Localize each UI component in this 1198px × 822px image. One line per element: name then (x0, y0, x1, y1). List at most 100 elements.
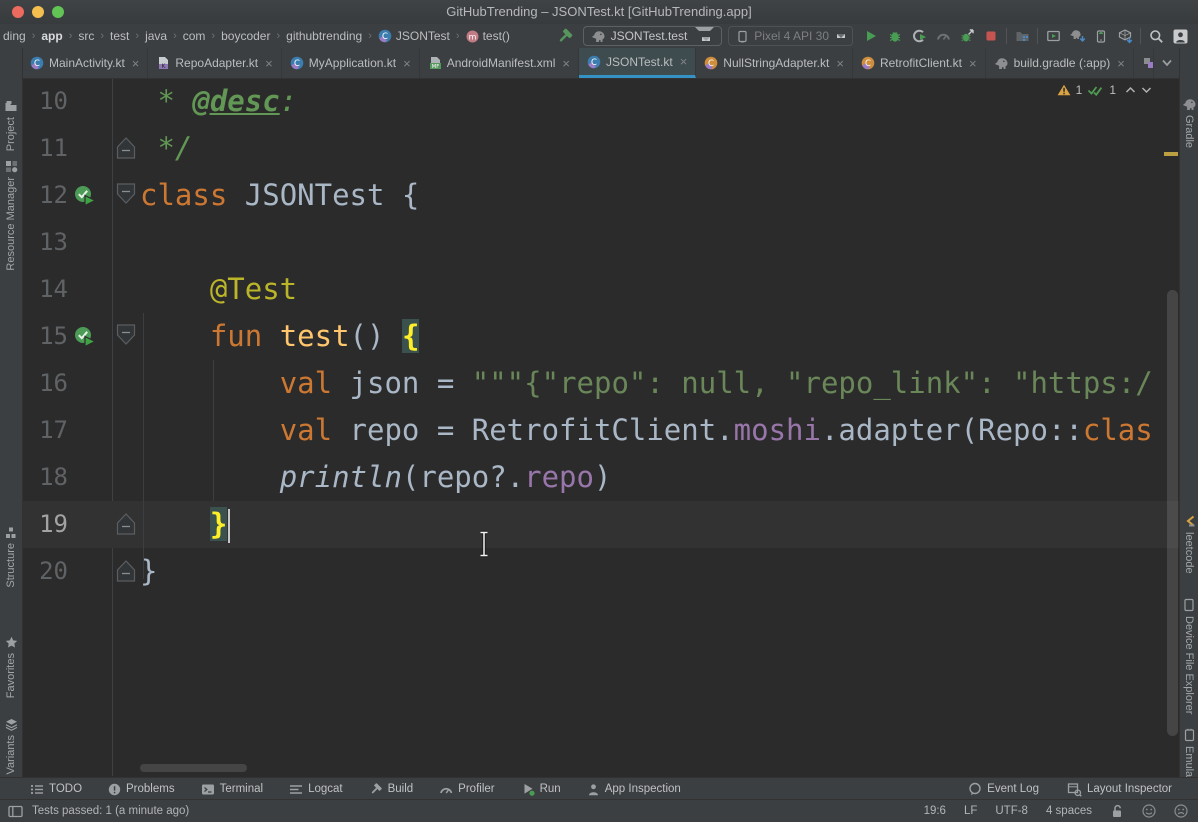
code-text[interactable]: val repo = RetrofitClient.moshi.adapter(… (140, 407, 1153, 454)
editor-tab[interactable]: build.gradle (:app)× (986, 48, 1134, 78)
smiley-face-icon[interactable] (1142, 804, 1156, 818)
caret-position[interactable]: 19:6 (924, 805, 946, 817)
close-icon[interactable]: × (265, 56, 273, 71)
close-icon[interactable]: × (562, 56, 570, 71)
breadcrumb-item[interactable]: boycoder (220, 29, 271, 43)
toolwindow-button-run[interactable]: Run (521, 782, 561, 796)
fold-end-icon[interactable] (115, 511, 137, 541)
toolwindow-button-todo[interactable]: TODO (30, 783, 82, 796)
breadcrumb-item[interactable]: test (109, 29, 130, 43)
run-action-icon[interactable] (859, 25, 883, 47)
editor-tab[interactable]: CRetrofitClient.kt× (853, 48, 986, 78)
breadcrumb-item[interactable]: java (144, 29, 168, 43)
file-encoding[interactable]: UTF-8 (995, 805, 1028, 817)
breadcrumb-item[interactable]: src (77, 29, 95, 43)
build-hammer-icon[interactable] (553, 25, 577, 47)
profile-avatar-icon[interactable] (1168, 25, 1192, 47)
line-number[interactable]: 15 (22, 313, 68, 360)
line-number[interactable]: 20 (22, 548, 68, 595)
sidebar-item-resource-manager[interactable]: Resource Manager (0, 160, 22, 271)
line-number[interactable]: 16 (22, 360, 68, 407)
vertical-scrollbar[interactable] (1167, 290, 1178, 736)
code-text[interactable]: } (140, 501, 230, 548)
editor-tab[interactable]: A (1134, 48, 1154, 78)
attach-debugger-icon[interactable] (955, 25, 979, 47)
device-manager-icon[interactable] (1010, 25, 1034, 47)
gradle-sync-icon[interactable] (1065, 25, 1089, 47)
code-text[interactable]: * @desc: (140, 78, 297, 125)
breadcrumb-item[interactable]: CJSONTest (377, 29, 451, 43)
close-icon[interactable]: × (969, 56, 977, 71)
code-text[interactable]: fun test() { (140, 313, 419, 360)
close-icon[interactable]: × (132, 56, 140, 71)
fold-start-icon[interactable] (115, 323, 137, 353)
line-number[interactable]: 10 (22, 78, 68, 125)
sidebar-item-favorites[interactable]: Favorites (0, 636, 22, 698)
sdk-manager-icon[interactable] (1113, 25, 1137, 47)
line-number[interactable]: 12 (22, 172, 68, 219)
close-icon[interactable]: × (680, 54, 688, 69)
stop-action-icon[interactable] (979, 25, 1003, 47)
editor-tab[interactable]: KRepoAdapter.kt× (148, 48, 281, 78)
code-text[interactable]: */ (140, 125, 192, 172)
debug-action-icon[interactable] (883, 25, 907, 47)
run-configuration-select[interactable]: JSONTest.test (583, 26, 723, 46)
breadcrumb-item[interactable]: ding (2, 29, 27, 43)
inspections-widget[interactable]: 1 1 (1057, 83, 1152, 97)
search-everywhere-icon[interactable] (1144, 25, 1168, 47)
breadcrumb-item[interactable]: app (40, 29, 63, 43)
code-text[interactable]: val json = """{"repo": null, "repo_link"… (140, 360, 1153, 407)
toolwindow-button-layout-inspector[interactable]: Layout Inspector (1067, 782, 1172, 797)
line-number[interactable]: 14 (22, 266, 68, 313)
code-editor[interactable]: 10 * @desc: 11 */ 12 class JSONTest { 1314 @… (22, 78, 1180, 776)
run-test-gutter-icon[interactable] (74, 326, 96, 353)
line-number[interactable]: 11 (22, 125, 68, 172)
fold-end-icon[interactable] (115, 558, 137, 588)
tool-window-layout-icon[interactable] (8, 805, 23, 818)
code-text[interactable]: class JSONTest { (140, 172, 419, 219)
sidebar-item-structure[interactable]: Structure (0, 526, 22, 588)
editor-tab[interactable]: MFAndroidManifest.xml× (420, 48, 579, 78)
profile-app-icon[interactable] (907, 25, 931, 47)
sidebar-item-gradle[interactable]: Gradle (1180, 98, 1198, 148)
fold-end-icon[interactable] (115, 135, 137, 165)
line-number[interactable]: 19 (22, 501, 68, 548)
breadcrumb-item[interactable]: com (182, 29, 207, 43)
editor-tab[interactable]: CMainActivity.kt× (22, 48, 148, 78)
device-select[interactable]: Pixel 4 API 30 (728, 26, 853, 46)
close-icon[interactable]: × (836, 56, 844, 71)
horizontal-scrollbar[interactable] (140, 764, 247, 772)
code-text[interactable]: println(repo?.repo) (140, 454, 611, 501)
warning-stripe-mark[interactable] (1164, 152, 1178, 156)
sidebar-item-device-file-explorer[interactable]: Device File Explorer (1180, 598, 1198, 714)
line-number[interactable]: 18 (22, 454, 68, 501)
line-number[interactable]: 17 (22, 407, 68, 454)
line-separator[interactable]: LF (964, 805, 977, 817)
sidebar-item-project[interactable]: Project (0, 100, 22, 151)
editor-tab[interactable]: CJSONTest.kt× (579, 48, 696, 78)
breadcrumb-item[interactable]: mtest() (465, 29, 511, 43)
run-test-gutter-icon[interactable] (74, 185, 96, 212)
close-icon[interactable]: × (403, 56, 411, 71)
sidebar-item-leetcode[interactable]: leetcode (1180, 514, 1198, 574)
toolwindow-button-terminal[interactable]: Terminal (201, 783, 263, 796)
previous-problem-chevron-icon[interactable] (1125, 86, 1136, 94)
toolwindow-button-app-inspection[interactable]: App Inspection (587, 783, 681, 796)
editor-tab[interactable]: CNullStringAdapter.kt× (696, 48, 853, 78)
breadcrumb-item[interactable]: githubtrending (285, 29, 363, 43)
toolwindow-button-problems[interactable]: Problems (108, 783, 175, 796)
toolwindow-button-event-log[interactable]: Event Log (968, 782, 1039, 796)
code-text[interactable]: @Test (140, 266, 297, 313)
toolwindow-button-profiler[interactable]: Profiler (439, 783, 494, 796)
next-problem-chevron-icon[interactable] (1141, 86, 1152, 94)
unlocked-padlock-icon[interactable] (1110, 804, 1124, 818)
tab-overflow-chevron-icon[interactable] (1154, 48, 1180, 78)
close-icon[interactable]: × (1117, 56, 1125, 71)
toolwindow-button-logcat[interactable]: Logcat (289, 783, 343, 796)
indent-setting[interactable]: 4 spaces (1046, 805, 1092, 817)
line-number[interactable]: 13 (22, 219, 68, 266)
toolwindow-button-build[interactable]: Build (369, 782, 414, 796)
device-explorer-icon[interactable] (1089, 25, 1113, 47)
frowny-face-icon[interactable] (1174, 804, 1188, 818)
running-devices-icon[interactable] (1041, 25, 1065, 47)
